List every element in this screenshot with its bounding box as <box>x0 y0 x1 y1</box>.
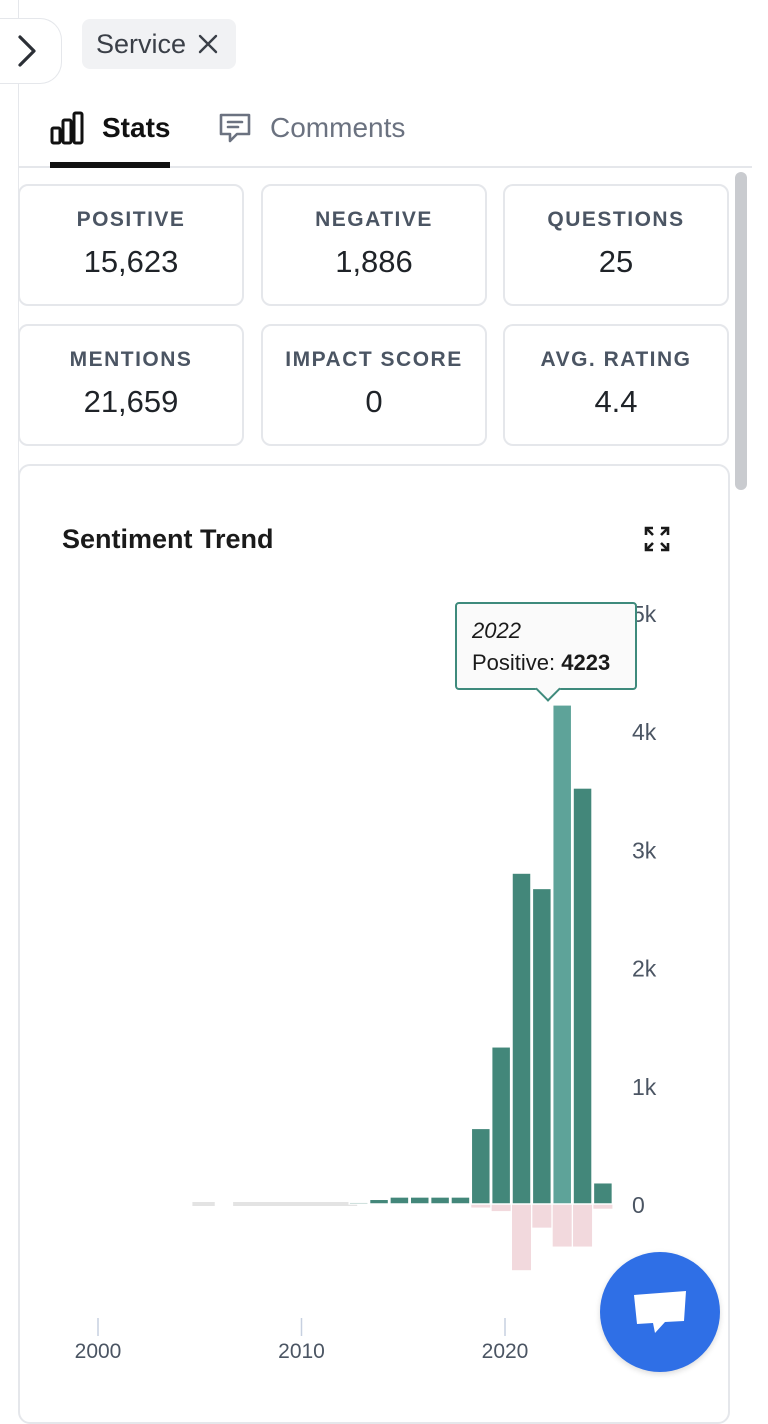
y-tick-label: 1k <box>632 1074 657 1100</box>
stat-card-questions: QUESTIONS 25 <box>503 184 729 306</box>
negative-bar <box>552 1204 572 1247</box>
stat-value: 25 <box>598 244 634 279</box>
positive-bar <box>429 1196 451 1205</box>
negative-bar <box>491 1204 511 1212</box>
stat-label: AVG. RATING <box>540 348 692 371</box>
y-tick-label: 0 <box>632 1192 645 1218</box>
positive-bar <box>490 1046 512 1205</box>
tab-comments-label: Comments <box>270 112 406 143</box>
x-tick-label: 2010 <box>278 1340 325 1363</box>
y-tick-label: 2k <box>632 956 657 982</box>
stat-value: 4.4 <box>594 384 638 419</box>
positive-bar <box>450 1196 471 1205</box>
tooltip-value-line: Positive: 4223 <box>472 650 635 676</box>
stat-card-avg-rating: AVG. RATING 4.4 <box>503 324 729 446</box>
stat-card-mentions: MENTIONS 21,659 <box>18 324 244 446</box>
neutral-bar <box>192 1202 215 1206</box>
positive-bar <box>470 1127 492 1205</box>
tooltip-year: 2022 <box>472 618 521 643</box>
left-rail <box>0 0 19 1400</box>
stat-value: 1,886 <box>335 244 413 279</box>
y-tick-label: 4k <box>632 719 657 745</box>
negative-bar <box>573 1204 593 1247</box>
stat-value: 0 <box>365 384 383 419</box>
tooltip-value: 4223 <box>561 650 611 675</box>
stat-value: 21,659 <box>83 384 179 419</box>
positive-bar <box>368 1198 390 1205</box>
negative-bar <box>512 1204 531 1271</box>
tab-bar: Stats Comments <box>18 90 752 168</box>
filter-chip-label: Service <box>96 28 187 59</box>
chat-button[interactable] <box>600 1252 720 1372</box>
chevron-right-icon <box>17 35 36 67</box>
x-tick-label: 2000 <box>75 1340 122 1363</box>
positive-bar <box>409 1196 430 1205</box>
tab-comments[interactable]: Comments <box>218 90 405 166</box>
positive-bar <box>511 872 532 1205</box>
positive-bar <box>572 787 593 1205</box>
y-tick-label: 3k <box>632 837 657 863</box>
tooltip-series-label: Positive: <box>472 650 556 675</box>
stat-label: QUESTIONS <box>547 208 685 231</box>
negative-bar <box>532 1204 552 1228</box>
bar-chart-icon <box>50 111 84 145</box>
stat-card-impact-score: IMPACT SCORE 0 <box>261 324 487 446</box>
comment-icon <box>219 113 251 143</box>
chat-icon <box>634 1291 686 1333</box>
stat-card-positive: POSITIVE 15,623 <box>18 184 244 306</box>
stat-label: MENTIONS <box>69 348 193 371</box>
positive-bar <box>551 704 573 1205</box>
stat-card-negative: NEGATIVE 1,886 <box>261 184 487 306</box>
positive-bar <box>389 1196 410 1205</box>
close-icon[interactable] <box>198 34 218 54</box>
chart-tooltip: 2022 Positive: 4223 <box>455 602 637 690</box>
stat-label: POSITIVE <box>76 208 186 231</box>
neutral-bar <box>233 1202 358 1206</box>
positive-bar <box>531 887 553 1205</box>
stat-label: NEGATIVE <box>315 208 433 231</box>
positive-bar <box>592 1181 614 1205</box>
filter-chip[interactable]: Service <box>82 19 237 69</box>
stat-label: IMPACT SCORE <box>285 348 463 371</box>
tab-stats-label: Stats <box>102 112 171 143</box>
expand-sidebar-button[interactable] <box>0 18 62 84</box>
tab-stats[interactable]: Stats <box>50 90 171 168</box>
stat-value: 15,623 <box>83 244 179 279</box>
scrollbar[interactable] <box>735 172 747 490</box>
x-tick-label: 2020 <box>482 1340 529 1363</box>
positive-bar <box>348 1201 369 1205</box>
